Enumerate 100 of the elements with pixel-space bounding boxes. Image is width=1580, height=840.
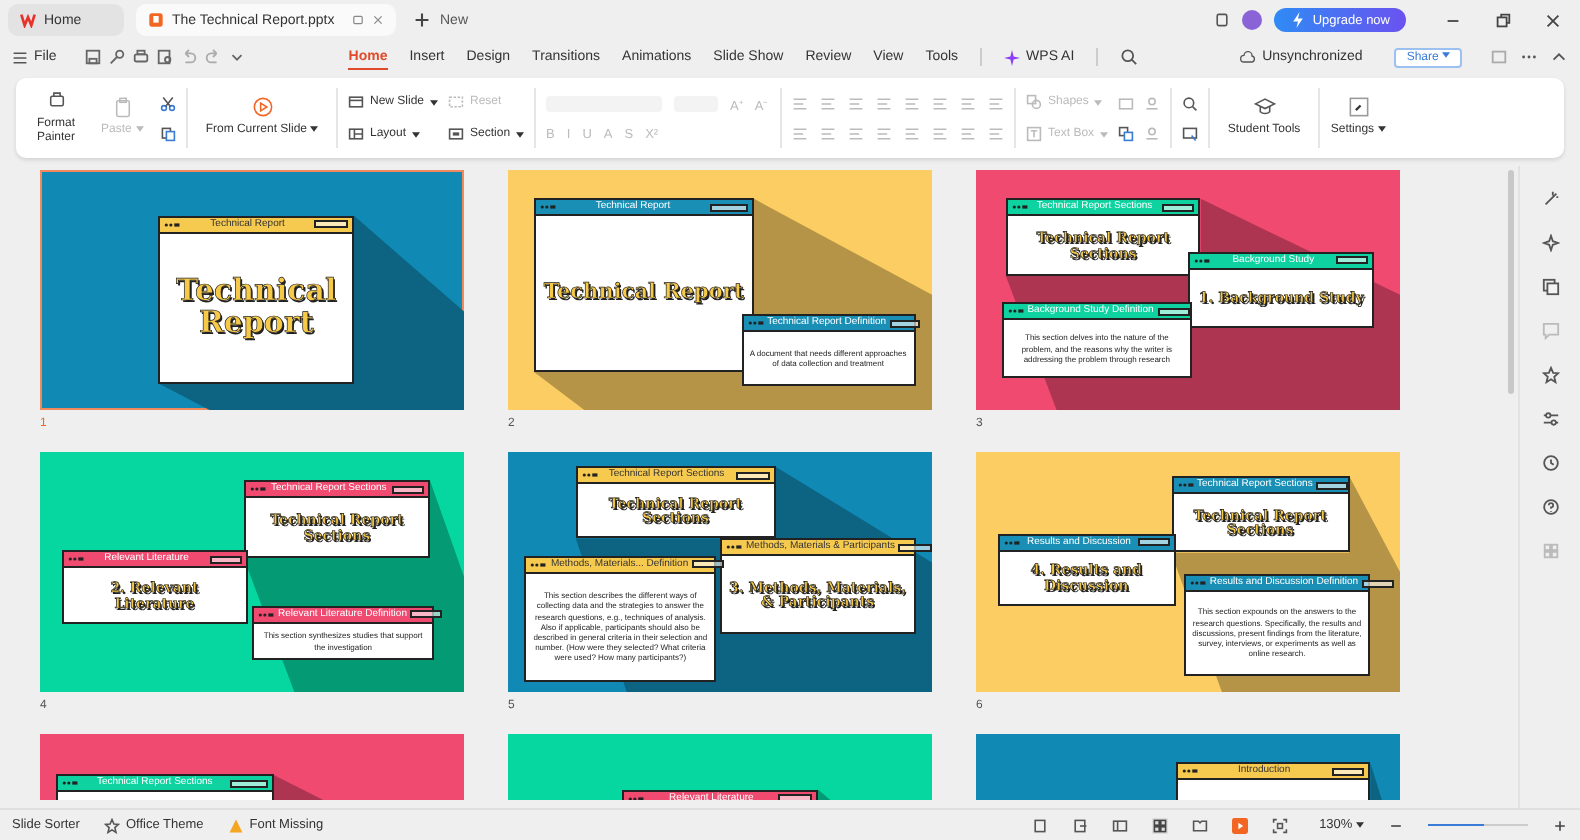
window-buttons-icon <box>258 611 274 618</box>
title-bar-field <box>314 220 348 229</box>
plus-icon <box>414 12 430 28</box>
title-bar-field <box>1316 481 1348 489</box>
window-buttons-icon <box>581 472 598 479</box>
window-buttons-icon <box>1003 539 1020 546</box>
window-buttons-icon <box>1007 308 1024 314</box>
section-icon <box>448 126 465 142</box>
title-bar-field <box>1362 579 1395 588</box>
theme-icon <box>103 817 120 833</box>
layers-icon[interactable] <box>1541 278 1559 296</box>
caret-icon <box>430 99 439 105</box>
key-icon[interactable] <box>108 48 127 66</box>
cloud-icon <box>1240 49 1257 65</box>
title-bar-field <box>898 543 932 552</box>
caret-icon <box>1377 126 1386 133</box>
save-icon[interactable] <box>84 48 103 66</box>
clipboard-icon <box>111 96 133 119</box>
notes-icon[interactable] <box>1031 817 1048 833</box>
history-icon[interactable] <box>1541 454 1559 472</box>
window-buttons-icon <box>539 204 556 211</box>
slide-icon <box>348 94 364 110</box>
caret-icon <box>1094 99 1103 105</box>
brush-icon <box>45 89 67 112</box>
slide-thumbnail[interactable] <box>976 170 1400 410</box>
lightning-icon <box>1290 12 1307 28</box>
help-icon[interactable] <box>1541 498 1559 516</box>
window-buttons-icon <box>530 561 547 568</box>
window-icon[interactable] <box>352 14 364 26</box>
window-buttons-icon <box>164 221 181 228</box>
slide-heading: Technical Report <box>543 282 744 305</box>
reset-icon <box>448 94 465 110</box>
scissors-icon[interactable] <box>160 95 176 111</box>
slide-heading: Technical Report <box>174 276 339 340</box>
presentation-icon <box>148 12 164 28</box>
window-buttons-icon <box>1177 482 1194 488</box>
copy-icon[interactable] <box>160 125 176 141</box>
fit-icon[interactable] <box>1271 817 1288 833</box>
title-bar-field <box>1331 767 1365 776</box>
star-icon[interactable] <box>1541 366 1559 384</box>
reading-view-icon[interactable] <box>1191 817 1208 833</box>
title-bar-field <box>778 794 812 800</box>
shapes-icon <box>1026 94 1043 110</box>
title-bar-field <box>1138 538 1170 547</box>
caret-icon <box>135 126 143 133</box>
title-bar-field <box>1336 256 1369 265</box>
title-bar-field <box>1157 307 1191 315</box>
normal-view-icon[interactable] <box>1111 817 1128 833</box>
print-icon[interactable] <box>132 48 151 66</box>
graduation-cap-icon <box>1253 96 1276 119</box>
window-icon[interactable] <box>1214 12 1231 28</box>
warning-icon <box>227 817 244 833</box>
window-buttons-icon <box>67 556 84 563</box>
close-icon[interactable] <box>1544 11 1562 29</box>
title-bar-field <box>230 779 268 788</box>
window-buttons-icon <box>249 486 266 493</box>
title-bar-field <box>410 610 443 619</box>
window-buttons-icon <box>747 320 764 326</box>
title-bar-field <box>890 319 921 327</box>
caret-icon <box>1356 821 1364 828</box>
text-box-icon <box>1026 126 1043 142</box>
window-buttons-icon <box>1181 768 1198 775</box>
title-bar-field <box>710 203 748 212</box>
sliders-icon[interactable] <box>1541 410 1559 428</box>
window-buttons-icon <box>628 795 645 800</box>
slide-thumbnail[interactable] <box>976 452 1400 692</box>
arrange-icon[interactable] <box>1118 125 1135 141</box>
menu-icon <box>12 49 28 65</box>
magic-icon[interactable] <box>1541 190 1559 208</box>
caret-icon <box>310 126 319 133</box>
select-icon[interactable] <box>1182 125 1199 141</box>
window-buttons-icon <box>1011 204 1028 211</box>
zoom-in-icon[interactable] <box>1552 817 1568 833</box>
title-bar-field <box>692 560 725 569</box>
layout-icon <box>348 126 364 142</box>
caret-icon <box>1442 52 1450 59</box>
window-buttons-icon <box>726 544 742 551</box>
title-bar-field <box>392 485 425 494</box>
caret-icon <box>1100 131 1109 137</box>
title-bar-field <box>209 555 242 564</box>
caret-icon <box>412 131 421 137</box>
window-buttons-icon <box>62 780 79 787</box>
window-buttons-icon <box>1194 257 1210 264</box>
avatar[interactable] <box>1242 10 1263 30</box>
wrench-icon <box>1347 96 1370 119</box>
caret-icon <box>516 131 525 137</box>
preview-icon[interactable] <box>156 48 175 66</box>
search-icon[interactable] <box>1182 95 1199 111</box>
sparkle-icon[interactable] <box>1541 234 1559 252</box>
play-icon[interactable] <box>1231 817 1248 833</box>
collapse-icon[interactable] <box>1550 48 1568 66</box>
sparkle-icon <box>1004 49 1021 65</box>
play-icon <box>251 96 273 119</box>
restore-icon[interactable] <box>1494 11 1512 29</box>
slide-thumbnail[interactable] <box>508 452 932 692</box>
title-bar-field <box>735 471 770 480</box>
logo-icon <box>20 12 36 28</box>
export-icon[interactable] <box>1071 817 1088 833</box>
slide-sorter-icon[interactable] <box>1151 817 1168 833</box>
search-icon[interactable] <box>1120 48 1139 66</box>
